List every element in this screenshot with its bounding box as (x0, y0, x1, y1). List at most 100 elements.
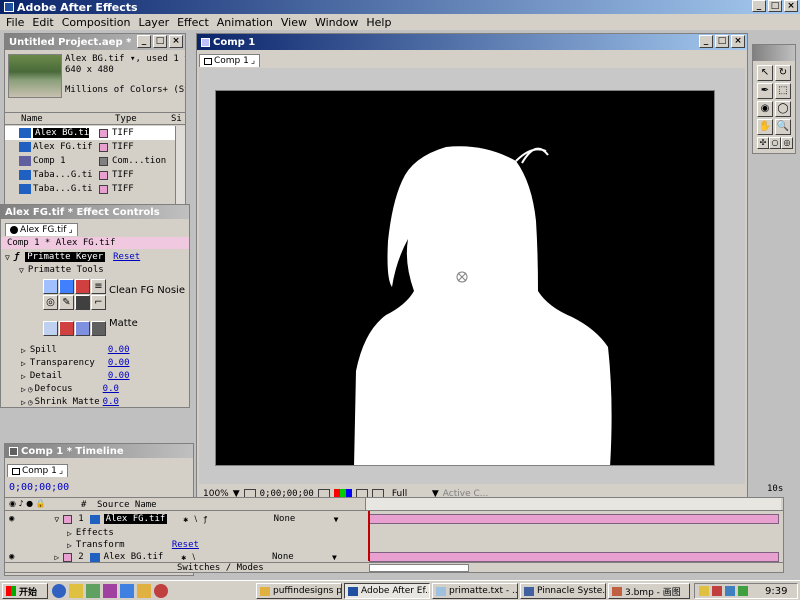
expand-icon[interactable]: ▷ (21, 359, 26, 368)
tray-icon[interactable] (699, 586, 709, 596)
eye-icon[interactable]: ◉ (9, 514, 14, 524)
prop-defocus[interactable]: ▷ ◷ Defocus 0.0 (1, 382, 189, 396)
col-source-name[interactable]: Source Name (97, 500, 157, 510)
fg-icon[interactable]: ≡ (91, 279, 106, 294)
col-type-header[interactable]: Type (115, 114, 137, 124)
expand-icon[interactable]: ▷ (67, 529, 72, 538)
current-time-indicator[interactable] (368, 511, 370, 561)
menu-view[interactable]: View (277, 16, 311, 29)
app-quick-icon[interactable] (103, 584, 117, 598)
layer-bar[interactable] (369, 552, 779, 562)
expand-icon[interactable]: ▽ (19, 266, 24, 275)
minimize-icon[interactable]: _ (752, 0, 766, 12)
menu-file[interactable]: File (2, 16, 28, 29)
mode-dropdown[interactable]: None (272, 552, 332, 562)
project-scrollbar[interactable] (175, 126, 185, 204)
mode-arrow-icon[interactable]: ▼ (334, 515, 339, 524)
menu-layer[interactable]: Layer (134, 16, 173, 29)
block-icon[interactable] (75, 295, 90, 310)
ellipse-tool-icon[interactable]: ◯ (775, 101, 791, 117)
task-primatte[interactable]: primatte.txt - ... (432, 583, 518, 599)
bg-icon[interactable] (59, 279, 74, 294)
minimize-icon[interactable]: _ (699, 35, 713, 48)
list-item[interactable]: Alex BG.tif TIFF (5, 126, 175, 140)
table-row[interactable]: ◉ ▽ 1 Alex FG.tif ✱ ∖ ƒ None ▼ (5, 512, 783, 526)
clean-fg-icon[interactable] (75, 279, 90, 294)
layer-switches[interactable]: ✱ ∖ (181, 553, 196, 562)
transform-reset-link[interactable]: Reset (172, 540, 199, 550)
pen-tool-icon[interactable]: ✒ (757, 83, 773, 99)
folder-icon[interactable] (137, 584, 151, 598)
stopwatch-icon[interactable]: ◷ (28, 385, 33, 394)
prop-shrink-matte[interactable]: ▷ ◷ Shrink Matte 0.0 (1, 395, 189, 407)
rotate-tool-icon[interactable]: ↻ (775, 65, 791, 81)
prop-detail[interactable]: ▷ Detail 0.00 (1, 369, 189, 383)
outlook-icon[interactable] (69, 584, 83, 598)
hand-tool-icon[interactable]: ✋ (757, 119, 773, 135)
tab-comp-1[interactable]: Comp 1 ⌟ (199, 54, 261, 67)
mode-dropdown[interactable]: None (274, 514, 334, 524)
sample-icon[interactable] (43, 279, 58, 294)
orbit-tool-icon[interactable]: ✣ (757, 137, 769, 149)
twirl-down-icon[interactable]: ▽ (54, 515, 59, 524)
task-paint[interactable]: 3.bmp - 画图 (608, 583, 690, 599)
tray-icon[interactable] (738, 586, 748, 596)
clock[interactable]: 9:39 (765, 586, 787, 597)
view-comp-icon[interactable] (43, 321, 58, 336)
mail-icon[interactable] (120, 584, 134, 598)
prop-transparency[interactable]: ▷ Transparency 0.00 (1, 356, 189, 370)
menu-composition[interactable]: Composition (58, 16, 135, 29)
col-hash[interactable]: # (81, 500, 86, 510)
stopwatch-icon[interactable]: ◷ (28, 398, 33, 407)
tools-row[interactable]: ▽ Primatte Tools (1, 263, 189, 277)
layer-bar[interactable] (369, 514, 779, 524)
tab-timeline-comp-1[interactable]: Comp 1 ⌟ (7, 464, 69, 477)
tray-icon[interactable] (712, 586, 722, 596)
expand-icon[interactable]: ▷ (21, 385, 26, 394)
switches-modes-toggle[interactable]: Switches / Modes (177, 563, 264, 573)
zoom-tool-icon[interactable]: 🔍 (775, 119, 791, 135)
list-item[interactable]: Taba...G.tif TIFF (5, 168, 175, 182)
expand-icon[interactable]: ▷ (21, 398, 26, 407)
task-puffin[interactable]: puffindesigns p... (256, 583, 342, 599)
fx-enable-icon[interactable]: ƒ (14, 252, 19, 262)
minimize-icon[interactable]: _ (137, 35, 151, 48)
pan-behind-tool-icon[interactable]: ◉ (757, 101, 773, 117)
menu-effect[interactable]: Effect (173, 16, 213, 29)
view-fg-icon[interactable] (75, 321, 90, 336)
camera-tool-icon[interactable]: ◎ (781, 137, 793, 149)
tab-alex-fg[interactable]: Alex FG.tif ⌟ (5, 223, 78, 236)
menu-help[interactable]: Help (362, 16, 395, 29)
close-icon[interactable]: × (784, 0, 798, 12)
time-navigator[interactable] (369, 564, 469, 572)
tray-icon[interactable] (725, 586, 735, 596)
list-item[interactable]: Taba...G.tif TIFF (5, 182, 175, 196)
expand-icon[interactable]: ▷ (67, 541, 72, 550)
media-icon[interactable] (154, 584, 168, 598)
view-bg-icon[interactable] (91, 321, 106, 336)
track-tool-icon[interactable]: ○ (769, 137, 781, 149)
task-pinnacle[interactable]: Pinnacle Syste... (520, 583, 606, 599)
menu-window[interactable]: Window (311, 16, 362, 29)
task-after-effects[interactable]: Adobe After Ef... (344, 583, 430, 599)
close-icon[interactable]: × (169, 35, 183, 48)
maximize-icon[interactable]: □ (768, 0, 782, 12)
fx-toggle-icon[interactable]: ▽ (5, 253, 10, 262)
eye-icon[interactable]: ◉ (9, 552, 14, 562)
maximize-icon[interactable]: □ (715, 35, 729, 48)
prop-spill[interactable]: ▷ Spill 0.00 (1, 343, 189, 357)
timeline-timecode[interactable]: 0;00;00;00 (9, 482, 69, 493)
expand-icon[interactable]: ▷ (21, 346, 26, 355)
maximize-icon[interactable]: □ (153, 35, 167, 48)
menu-animation[interactable]: Animation (213, 16, 277, 29)
col-size-header[interactable]: Si (171, 114, 182, 124)
view-matte-icon[interactable] (59, 321, 74, 336)
reset-link[interactable]: Reset (113, 252, 140, 262)
layer-switches[interactable]: ✱ ∖ ƒ (183, 515, 207, 524)
expand-icon[interactable]: ▷ (21, 372, 26, 381)
mode-arrow-icon[interactable]: ▼ (332, 553, 337, 562)
effect-row[interactable]: ▽ ƒ Primatte Keyer Reset (1, 250, 189, 264)
brush-icon[interactable]: ✎ (59, 295, 74, 310)
col-name-header[interactable]: Name (21, 114, 43, 124)
list-item[interactable]: Alex FG.tif TIFF (5, 140, 175, 154)
